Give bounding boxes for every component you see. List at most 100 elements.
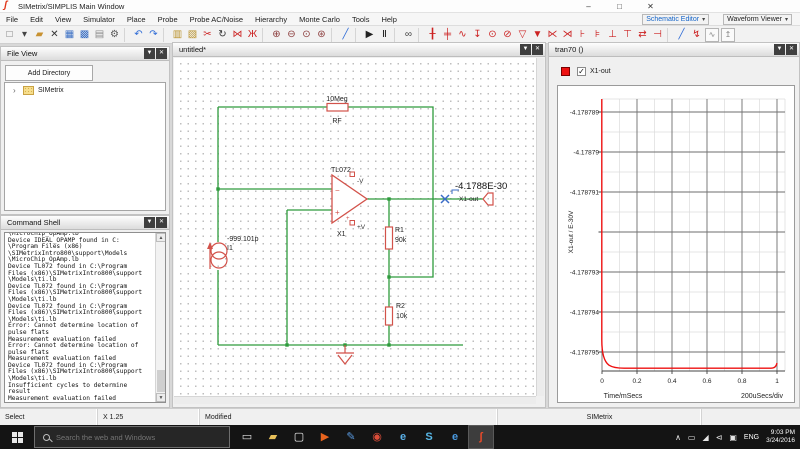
chrome-icon[interactable]: ◉ — [364, 425, 390, 449]
panel-close-button[interactable]: ✕ — [786, 44, 797, 55]
battery-icon[interactable]: ▭ — [688, 433, 696, 442]
panel-close-button[interactable]: ✕ — [532, 44, 543, 55]
schematic-canvas[interactable]: 10Meg RF − + -V + +V TL072 X1 — [174, 58, 536, 396]
command-shell-output[interactable]: \MicroChip_OpAmp.lbDevice IDEAL_OPAMP fo… — [4, 232, 166, 403]
waveform-window-icon[interactable]: ∿ — [705, 28, 719, 42]
chevron-down-icon[interactable]: ▾ — [785, 16, 788, 23]
menu-edit[interactable]: Edit — [24, 13, 49, 26]
scrollbar-thumb[interactable] — [157, 370, 165, 392]
place-pjfet-icon[interactable]: ⊧ — [590, 27, 605, 43]
close-sheet-icon[interactable]: ✕ — [47, 27, 62, 43]
place-diode-icon[interactable]: ▽ — [515, 27, 530, 43]
wire-tool-icon[interactable]: ╱ — [338, 27, 353, 43]
clock[interactable]: 9:03 PM 3/24/2016 — [766, 429, 795, 445]
panel-close-button[interactable]: ✕ — [156, 217, 167, 228]
run-simulation-icon[interactable]: ▶ — [362, 27, 377, 43]
rotate-icon[interactable]: ↻ — [215, 27, 230, 43]
mirror-icon[interactable]: ⋈ — [230, 27, 245, 43]
trace-checkbox[interactable]: ✓ — [577, 67, 586, 76]
copy-icon[interactable]: ▥ — [170, 27, 185, 43]
voltage-probe-x1-out[interactable]: -4.1788E-30 X1-out — [441, 181, 507, 203]
menu-file[interactable]: File — [0, 13, 24, 26]
menu-place[interactable]: Place — [121, 13, 152, 26]
new-dropdown-icon[interactable]: ▾ — [17, 27, 32, 43]
language-indicator[interactable]: ENG — [744, 434, 759, 441]
menu-probe[interactable]: Probe — [152, 13, 184, 26]
maximize-button[interactable]: □ — [604, 0, 635, 13]
scroll-up-arrow-icon[interactable]: ▲ — [156, 233, 166, 242]
schematic-horizontal-scrollbar[interactable] — [174, 396, 536, 404]
place-inductor-icon[interactable]: ∿ — [455, 27, 470, 43]
open-file-icon[interactable]: ▰ — [32, 27, 47, 43]
panel-menu-button[interactable]: ▼ — [774, 44, 785, 55]
store-icon[interactable]: ▢ — [286, 425, 312, 449]
hidden-icons-chevron-icon[interactable]: ∧ — [675, 433, 681, 442]
save-all-icon[interactable]: ▩ — [77, 27, 92, 43]
place-pmos-icon[interactable]: ⊤ — [620, 27, 635, 43]
skype-icon[interactable]: S — [416, 425, 442, 449]
start-button[interactable] — [0, 425, 34, 449]
zoom-out-icon[interactable]: ⊖ — [284, 27, 299, 43]
search-input[interactable] — [56, 433, 216, 442]
new-schematic-icon[interactable]: □ — [2, 27, 17, 43]
tab-waveform-viewer[interactable]: Waveform Viewer ▾ — [723, 14, 792, 25]
zoom-fit-icon[interactable]: ⊛ — [314, 27, 329, 43]
menu-monte-carlo[interactable]: Monte Carlo — [293, 13, 346, 26]
resistor-r1[interactable]: R1 90k — [386, 227, 407, 249]
panel-menu-button[interactable]: ▼ — [144, 217, 155, 228]
schematic-vertical-scrollbar[interactable] — [536, 58, 544, 396]
print-icon[interactable]: ▤ — [92, 27, 107, 43]
cut-icon[interactable]: ✂ — [200, 27, 215, 43]
panel-menu-button[interactable]: ▼ — [144, 48, 155, 59]
wires[interactable] — [218, 107, 483, 345]
paste-icon[interactable]: ▧ — [185, 27, 200, 43]
edge-icon[interactable]: e — [442, 425, 468, 449]
minimize-button[interactable]: – — [573, 0, 604, 13]
save-icon[interactable]: ▦ — [62, 27, 77, 43]
flip-icon[interactable]: Ж — [245, 27, 260, 43]
taskbar-search[interactable] — [34, 426, 230, 448]
probe-voltage-icon[interactable]: ╱ — [674, 27, 689, 43]
menu-simulator[interactable]: Simulator — [77, 13, 121, 26]
place-zener-icon[interactable]: ▼ — [530, 27, 545, 43]
task-view-icon[interactable]: ▭ — [234, 425, 260, 449]
close-button[interactable]: ✕ — [635, 0, 666, 13]
menu-probe-ac-noise[interactable]: Probe AC/Noise — [184, 13, 249, 26]
waveform-add-icon[interactable]: ↥ — [721, 28, 735, 42]
panel-menu-button[interactable]: ▼ — [520, 44, 531, 55]
opamp-x1[interactable]: − + -V + +V TL072 X1 — [331, 167, 367, 238]
place-voltage-source-icon[interactable]: ⊙ — [485, 27, 500, 43]
current-source-i1[interactable]: -999.101p I1 — [207, 236, 259, 269]
internet-explorer-icon[interactable]: e — [390, 425, 416, 449]
redo-icon[interactable]: ↷ — [146, 27, 161, 43]
tree-item-simetrix[interactable]: › SIMetrix — [5, 83, 165, 97]
zoom-area-icon[interactable]: ⊙ — [299, 27, 314, 43]
place-ground-icon[interactable]: ↧ — [470, 27, 485, 43]
menu-view[interactable]: View — [49, 13, 77, 26]
zoom-in-icon[interactable]: ⊕ — [269, 27, 284, 43]
chevron-down-icon[interactable]: ▾ — [702, 16, 705, 23]
place-nmos-icon[interactable]: ⊥ — [605, 27, 620, 43]
notifications-icon[interactable]: ▣ — [729, 433, 737, 442]
undo-icon[interactable]: ↶ — [131, 27, 146, 43]
settings-gear-icon[interactable]: ⚙ — [107, 27, 122, 43]
scroll-down-arrow-icon[interactable]: ▼ — [156, 393, 166, 402]
network-icon[interactable]: ◢ — [702, 433, 708, 442]
probe-differential-icon[interactable]: ↯ — [689, 27, 704, 43]
place-current-source-icon[interactable]: ⊘ — [500, 27, 515, 43]
place-ic-icon[interactable]: ⊣ — [650, 27, 665, 43]
tree-expand-chevron-icon[interactable]: › — [13, 86, 23, 95]
tab-schematic-editor[interactable]: Schematic Editor ▾ — [642, 14, 709, 25]
movies-tv-icon[interactable]: ▶ — [312, 425, 338, 449]
waveform-plot[interactable]: -4.178789 -4.17879 -4.178791 -4.178793 -… — [557, 85, 795, 403]
place-npn-icon[interactable]: ⋉ — [545, 27, 560, 43]
ground-symbol[interactable] — [336, 345, 354, 364]
output-terminal[interactable] — [483, 193, 493, 205]
volume-icon[interactable]: ⊲ — [716, 433, 723, 442]
panel-close-button[interactable]: ✕ — [156, 48, 167, 59]
place-njfet-icon[interactable]: ⊦ — [575, 27, 590, 43]
simetrix-taskbar-icon[interactable]: ʃ — [468, 425, 494, 449]
place-subcircuit-icon[interactable]: ⇄ — [635, 27, 650, 43]
vertical-scrollbar[interactable]: ▲ ▼ — [155, 233, 165, 402]
place-resistor-icon[interactable]: ╂ — [425, 27, 440, 43]
